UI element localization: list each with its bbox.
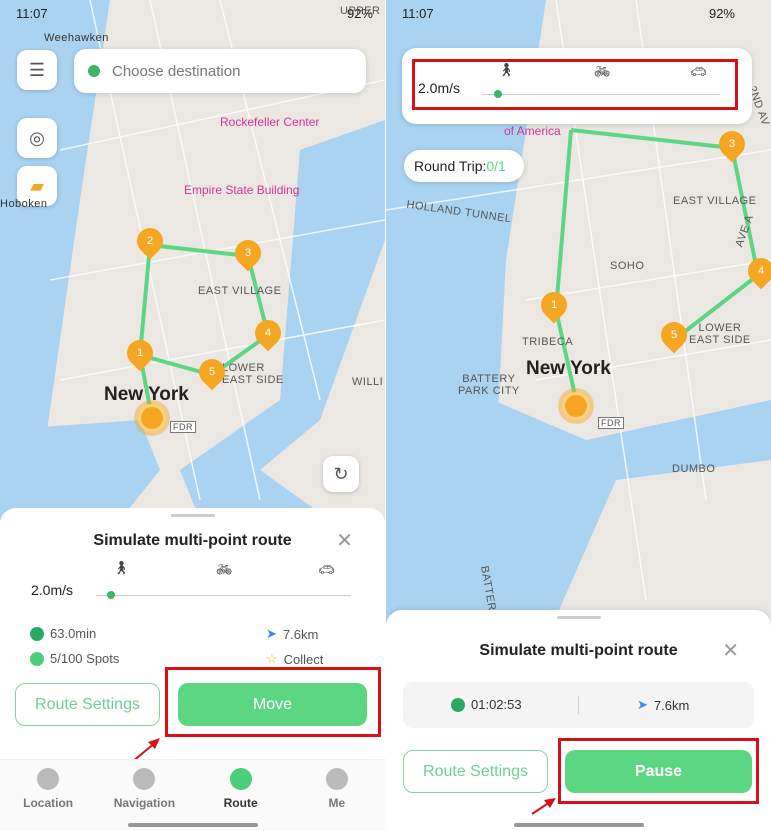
clock-icon [30, 626, 44, 641]
spots-icon [30, 651, 44, 666]
map-label: DUMBO [672, 463, 716, 475]
spots-info: 5/100 Spots [30, 651, 119, 666]
route-panel: Simulate multi-point route ✕ 01:02:53 ➤ 7… [386, 610, 771, 831]
clock-icon [451, 697, 465, 712]
nav-location[interactable]: Location [0, 760, 96, 831]
speed-slider-knob[interactable] [107, 591, 115, 599]
map-label: Empire State Building [184, 183, 300, 197]
phone-screen-left: 11:07 92% ☰ Choose destination ◎ ▰ Weehaw… [0, 0, 385, 831]
route-settings-button[interactable]: Route Settings [15, 683, 160, 726]
route-pin[interactable]: 3 [713, 125, 751, 163]
collect-button[interactable]: ☆ Collect [266, 651, 323, 667]
map-label: WILLI [352, 376, 384, 388]
map-label: SOHO [610, 260, 645, 272]
map-label: TRIBECA [522, 336, 574, 348]
drag-handle[interactable] [556, 616, 601, 619]
home-indicator [127, 823, 258, 827]
elapsed-time: 01:02:53 [451, 697, 522, 712]
refresh-button[interactable]: ↻ [323, 456, 359, 492]
phone-screen-right: 11:07 92% of America HOLLAND TUNNEL EAST … [386, 0, 771, 831]
bike-icon[interactable]: 🚲︎ [216, 562, 233, 578]
person-icon [325, 768, 348, 790]
route-panel: Simulate multi-point route ✕ 🚶︎ 🚲︎ 🚗︎ 2.… [0, 508, 385, 831]
star-icon: ☆ [266, 651, 278, 666]
menu-button[interactable]: ☰ [17, 50, 57, 90]
highlight-box [412, 59, 738, 110]
search-placeholder: Choose destination [112, 62, 241, 80]
route-pin[interactable]: 3 [229, 234, 267, 272]
distance-info: ➤ 7.6km [637, 697, 690, 713]
map-label: EAST VILLAGE [198, 285, 282, 297]
map-label: UPPER [340, 5, 381, 17]
location-pin-icon [88, 65, 100, 77]
status-time: 11:07 [16, 6, 48, 21]
nav-me[interactable]: Me [289, 760, 385, 831]
navigation-arrow-icon: ➤ [637, 697, 648, 712]
route-pin[interactable]: 2 [131, 222, 169, 260]
status-time: 11:07 [402, 6, 434, 21]
battery-level: 92% [708, 6, 735, 21]
nav-navigation[interactable]: Navigation [96, 760, 192, 831]
map-label: BATTERY PARK CITY [458, 373, 520, 397]
compass-icon: ◎ [29, 127, 45, 148]
highlight-box [165, 667, 381, 737]
duration-info: 63.0min [30, 626, 96, 641]
map-label: New York [526, 358, 611, 379]
map-label: FDR [598, 417, 624, 429]
route-settings-button[interactable]: Route Settings [403, 750, 548, 793]
location-icon [37, 768, 60, 790]
route-pin[interactable]: 1 [121, 334, 159, 372]
status-bar: 11:07 92% [402, 6, 759, 21]
map-label: Rockefeller Center [220, 115, 320, 129]
panel-title: Simulate multi-point route [93, 532, 292, 549]
route-pin[interactable]: 5 [193, 353, 231, 391]
close-icon[interactable]: ✕ [722, 638, 739, 663]
distance-info: ➤ 7.6km [266, 626, 319, 642]
route-icon [229, 768, 252, 790]
map-label: Weehawken [44, 32, 109, 44]
map-label: LOWER EAST SIDE [222, 362, 284, 386]
destination-search[interactable]: Choose destination [74, 49, 366, 93]
speed-slider[interactable] [96, 595, 351, 596]
speed-value: 2.0m/s [31, 582, 74, 598]
car-icon[interactable]: 🚗︎ [318, 562, 335, 578]
route-pin[interactable]: 1 [535, 286, 573, 324]
map-label: Hoboken [0, 198, 48, 210]
annotation-arrow [531, 798, 556, 815]
status-bar: 11:07 92% [16, 6, 373, 21]
map-label: FDR [170, 421, 196, 433]
nav-route[interactable]: Route [193, 760, 289, 831]
panel-title: Simulate multi-point route [479, 642, 678, 659]
current-location-marker [558, 388, 594, 424]
map-label: LOWER EAST SIDE [689, 322, 751, 346]
map-label: EAST VILLAGE [673, 195, 757, 207]
bottom-navigation: Location Navigation Route Me [0, 759, 385, 831]
progress-info-bar: 01:02:53 ➤ 7.6km [403, 682, 754, 728]
current-location-marker [134, 400, 170, 436]
highlight-box [558, 738, 759, 804]
menu-icon: ☰ [28, 59, 46, 80]
paper-plane-icon [133, 768, 156, 790]
route-pin[interactable]: 5 [655, 316, 693, 354]
route-pin[interactable]: 4 [249, 314, 287, 352]
walk-icon[interactable]: 🚶︎ [113, 560, 130, 576]
route-pin[interactable]: 4 [742, 252, 771, 290]
refresh-icon: ↻ [333, 463, 349, 484]
location-mode-button[interactable]: ◎ [17, 118, 57, 158]
close-icon[interactable]: ✕ [336, 528, 353, 553]
home-indicator [513, 823, 644, 827]
round-trip-badge: Round Trip: 0/1 [404, 150, 524, 182]
map-label: of America [504, 124, 561, 138]
folder-icon: ▰ [30, 175, 44, 196]
navigation-arrow-icon: ➤ [266, 626, 277, 641]
drag-handle[interactable] [170, 514, 215, 517]
